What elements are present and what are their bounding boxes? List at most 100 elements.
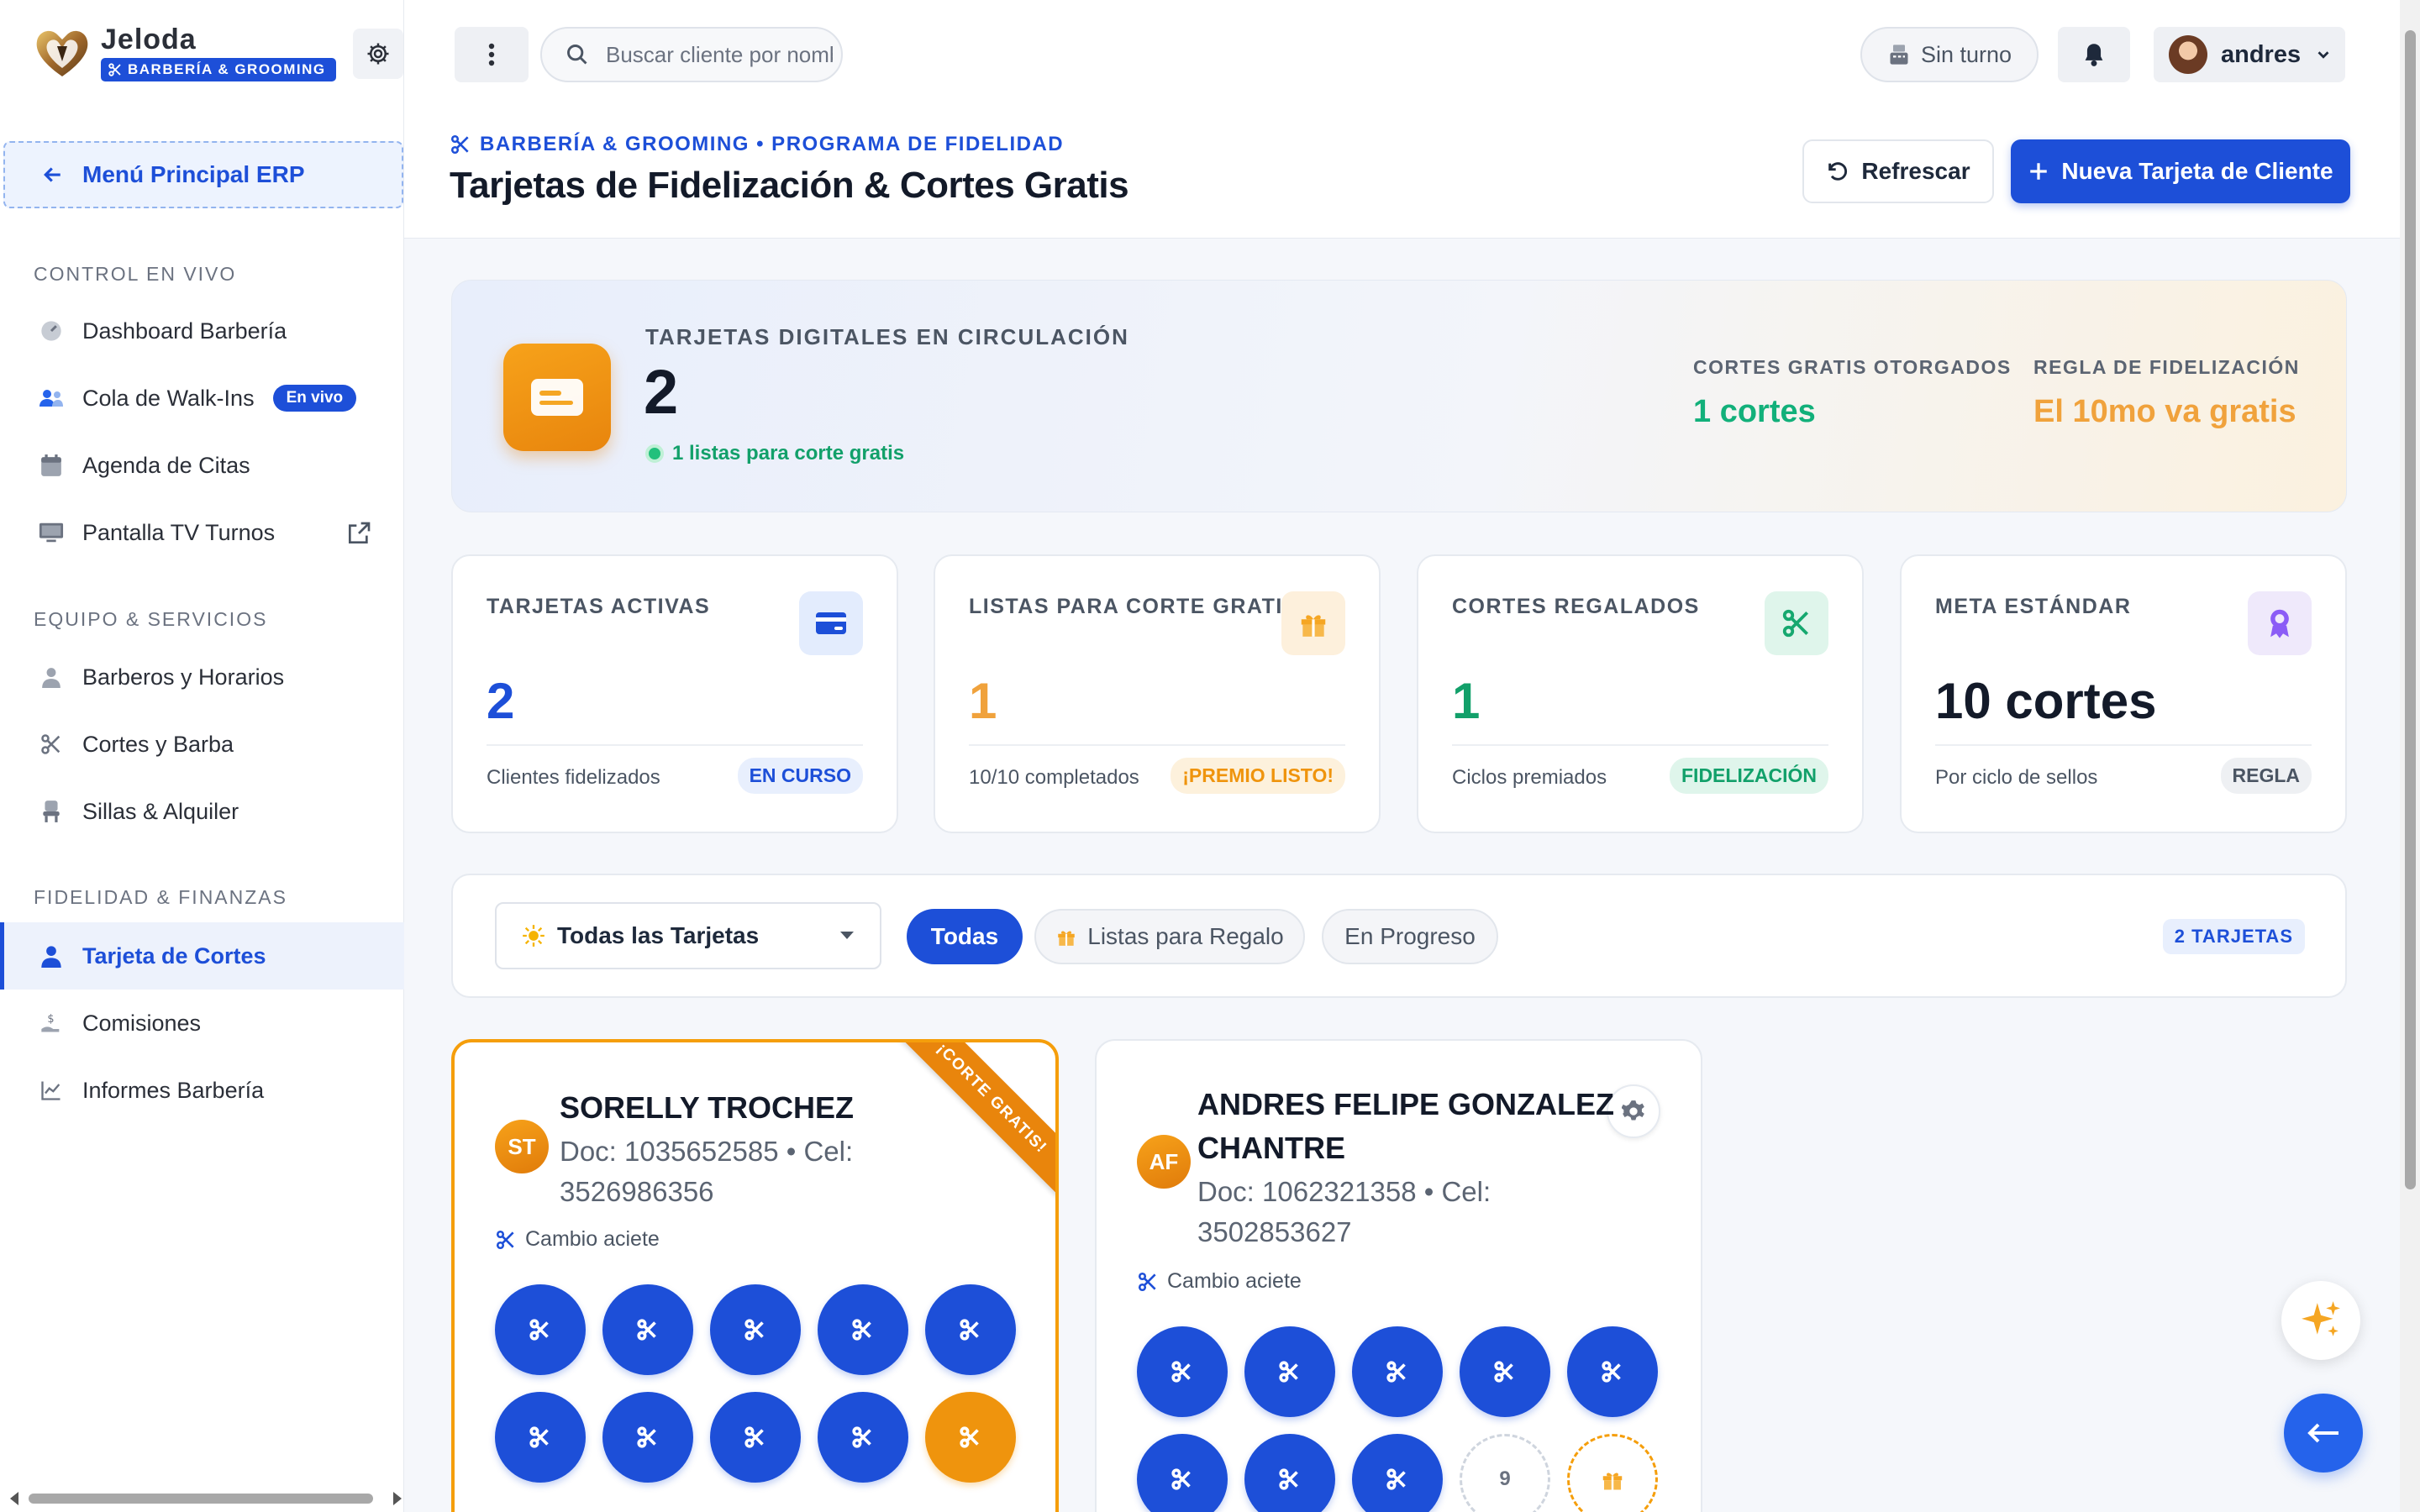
status-badge: REGLA [2220,758,2312,794]
settings-button[interactable] [353,29,403,79]
customer-doc: Doc: 1035652585 • Cel: 3526986356 [560,1136,854,1207]
stamp-filled [925,1392,1016,1483]
chip-all[interactable]: Todas [907,909,1023,964]
status-badge: EN CURSO [737,758,863,794]
sidebar-item-loyalty-card[interactable]: Tarjeta de Cortes [0,922,404,990]
stamp-filled [925,1284,1016,1375]
stamp-filled [1460,1326,1550,1417]
count-badge: 2 TARJETAS [2162,919,2305,954]
sidebar-item-agenda[interactable]: Agenda de Citas [0,432,404,499]
breadcrumb: BARBERÍA & GROOMING • PROGRAMA DE FIDELI… [450,133,1064,156]
stamp-filled [818,1284,908,1375]
heart-logo-icon [36,30,88,76]
card-filter-select[interactable]: Todas las Tarjetas [495,902,881,969]
chip-in-progress[interactable]: En Progreso [1322,909,1498,964]
scissors-icon [108,63,121,76]
customer-service: Cambio aciete [1137,1269,1302,1294]
stamp-filled [1244,1326,1335,1417]
scissors-icon [1765,591,1828,655]
hero-subtext: 1 listas para corte gratis [645,442,904,465]
stamp-filled [1244,1434,1335,1512]
avatar: ST [495,1120,549,1173]
chip-ready-gift[interactable]: Listas para Regalo [1034,909,1305,964]
sidebar-item-cuts[interactable]: Cortes y Barba [0,711,404,778]
calendar-icon [39,453,64,478]
page-header: BARBERÍA & GROOMING • PROGRAMA DE FIDELI… [404,111,2400,239]
status-badge: FIDELIZACIÓN [1670,758,1828,794]
brand-name: Jeloda [101,24,197,55]
bell-icon [2085,44,2103,66]
chevron-down-icon [2317,51,2329,59]
sidebar: Jeloda BARBERÍA & GROOMING Menú Principa… [0,0,404,1512]
stamp-filled [1567,1326,1658,1417]
gift-icon [1281,591,1345,655]
arrow-left-icon [2307,1423,2338,1443]
loyalty-card[interactable]: AF ANDRES FELIPE GONZALEZ CHANTRE Doc: 1… [1095,1039,1702,1512]
back-button[interactable] [2284,1394,2363,1473]
sidebar-item-tv[interactable]: Pantalla TV Turnos [0,499,404,566]
search-box[interactable] [540,27,843,82]
stamp-filled [495,1392,586,1483]
customer-service: Cambio aciete [495,1227,660,1252]
chart-line-icon [39,1078,64,1103]
arrow-left-icon [44,167,60,182]
stamp-empty: 9 [1460,1434,1550,1512]
sidebar-item-chairs[interactable]: Sillas & Alquiler [0,778,404,845]
stat-card-gifted: CORTES REGALADOS 1 Ciclos premiados FIDE… [1417,554,1864,833]
stamp-filled [710,1392,801,1483]
stamp-filled [1137,1326,1228,1417]
chair-icon [39,799,64,824]
brand[interactable]: Jeloda BARBERÍA & GROOMING [32,22,336,84]
more-menu-button[interactable] [455,27,529,82]
users-icon [39,386,64,411]
horizontal-scrollbar[interactable] [8,1488,403,1509]
summary-hero: TARJETAS DIGITALES EN CIRCULACIÓN 2 1 li… [451,280,2347,512]
search-icon [567,45,587,65]
caret-down-icon [840,932,854,939]
customer-doc: Doc: 1062321358 • Cel: 3502853627 [1197,1176,1491,1247]
sidebar-item-commissions[interactable]: $ Comisiones [0,990,404,1057]
tv-icon [39,520,64,545]
scissors-icon [496,1230,514,1249]
sidebar-item-barbers[interactable]: Barberos y Horarios [0,643,404,711]
sidebar-item-dashboard[interactable]: Dashboard Barbería [0,297,404,365]
status-badge: ¡PREMIO LISTO! [1171,758,1345,794]
plus-icon [2030,163,2048,180]
vertical-scrollbar[interactable] [2400,0,2420,1512]
avatar [2169,35,2207,74]
stamp-filled [818,1392,908,1483]
shift-status-button[interactable]: Sin turno [1860,27,2039,82]
avatar: AF [1137,1135,1191,1189]
refresh-button[interactable]: Refrescar [1802,139,1994,203]
erp-menu-button[interactable]: Menú Principal ERP [3,141,403,208]
cash-register-icon [1890,45,1908,65]
hero-stat-free-cuts: CORTES GRATIS OTORGADOS 1 cortes [1693,356,2012,429]
sidebar-item-walkins[interactable]: Cola de Walk-Ins En vivo [0,365,404,432]
page-title: Tarjetas de Fidelización & Cortes Gratis [450,165,1129,206]
wallet-card-icon [503,344,611,451]
external-link-icon[interactable] [345,520,372,547]
notifications-button[interactable] [2058,27,2130,82]
loyalty-card[interactable]: ¡CORTE GRATIS! ST SORELLY TROCHEZ Doc: 1… [451,1039,1059,1512]
sun-icon [523,925,544,947]
status-dot-icon [645,444,664,463]
hand-coin-icon: $ [39,1011,64,1036]
user-menu-button[interactable]: andres [2154,27,2345,82]
stat-card-ready: LISTAS PARA CORTE GRATIS 1 10/10 complet… [934,554,1381,833]
gauge-icon [39,318,64,344]
filter-bar: Todas las Tarjetas Todas Listas para Reg… [451,874,2347,998]
hero-label: TARJETAS DIGITALES EN CIRCULACIÓN [645,324,1129,349]
sidebar-item-reports[interactable]: Informes Barbería [0,1057,404,1124]
live-badge: En vivo [272,385,357,412]
search-input[interactable] [606,41,833,68]
nav-section-title: EQUIPO & SERVICIOS [34,608,268,630]
gear-icon [1622,1100,1644,1121]
stamp-filled [495,1284,586,1375]
stamp-filled [602,1284,693,1375]
stamp-filled [602,1392,693,1483]
new-card-button[interactable]: Nueva Tarjeta de Cliente [2011,139,2350,203]
customer-name: ANDRES FELIPE GONZALEZ CHANTRE [1197,1087,1615,1165]
scissors-icon [1138,1272,1156,1291]
ai-assistant-button[interactable] [2281,1281,2360,1360]
stat-card-goal: META ESTÁNDAR 10 cortes Por ciclo de sel… [1900,554,2347,833]
